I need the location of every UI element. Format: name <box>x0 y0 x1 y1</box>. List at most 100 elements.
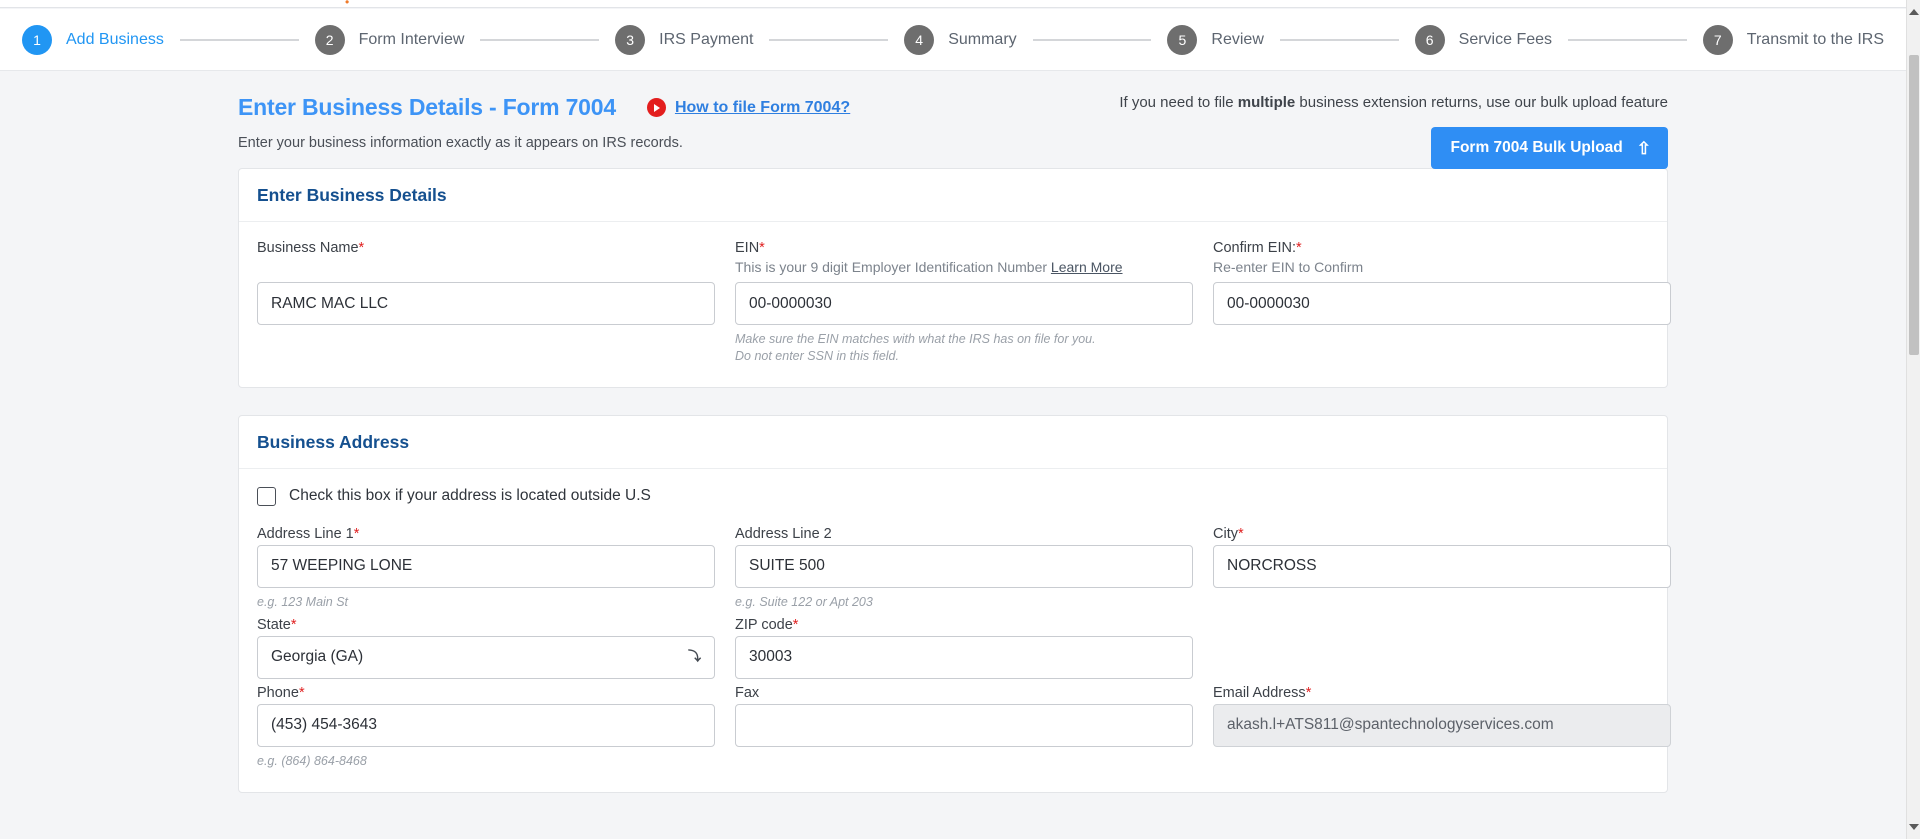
ein-hint: Make sure the EIN matches with what the … <box>735 331 1193 365</box>
address-row-2: State* ⤵ ZIP code* <box>257 617 1649 679</box>
business-address-card: Business Address Check this box if your … <box>238 414 1671 793</box>
bulk-upload-area: If you need to file multiple business ex… <box>1119 94 1668 169</box>
state-select[interactable] <box>257 635 715 679</box>
ein-label: EIN* <box>735 240 1193 256</box>
business-details-card-title: Enter Business Details <box>239 169 1667 222</box>
stepper-badge: 2 <box>314 24 345 55</box>
address-line-2-input[interactable] <box>735 544 1193 588</box>
stepper-badge: 5 <box>1167 24 1198 55</box>
email-input <box>1213 703 1671 747</box>
stepper-label: Transmit to the IRS <box>1746 30 1885 48</box>
bulk-upload-button-label: Form 7004 Bulk Upload <box>1450 139 1623 156</box>
ein-help-text: This is your 9 digit Employer Identifica… <box>735 259 1193 275</box>
outside-us-checkbox[interactable] <box>257 486 276 506</box>
page-header: Enter Business Details - Form 7004 How t… <box>238 72 1668 169</box>
orange-marker-icon: • <box>345 0 350 9</box>
scroll-down-arrow-icon[interactable] <box>1908 824 1919 830</box>
scrollbar-thumb[interactable] <box>1909 55 1919 355</box>
progress-stepper: 1 Add Business 2 Form Interview 3 IRS Payment… <box>0 9 1906 71</box>
stepper-connector <box>179 38 299 41</box>
business-address-card-body: Check this box if your address is locate… <box>239 469 1671 792</box>
phone-label: Phone* <box>257 685 715 701</box>
outside-us-checkbox-label: Check this box if your address is locate… <box>289 487 651 505</box>
bulk-upload-note: If you need to file multiple business ex… <box>1119 94 1668 111</box>
zip-label: ZIP code* <box>735 617 1193 633</box>
top-strip: • <box>0 0 1906 8</box>
confirm-ein-label: Confirm EIN:* <box>1213 240 1671 256</box>
stepper-connector <box>1279 38 1399 41</box>
zip-input[interactable] <box>735 635 1193 679</box>
scroll-up-arrow-icon[interactable] <box>1908 9 1919 15</box>
fax-group: Fax <box>735 685 1193 770</box>
required-asterisk: * <box>358 240 365 256</box>
address-line-2-label: Address Line 2 <box>735 525 832 542</box>
bulk-note-emphasis: multiple <box>1237 94 1296 111</box>
how-to-file-link-label: How to file Form 7004? <box>674 98 851 116</box>
ein-hint-line-1: Make sure the EIN matches with what the … <box>735 332 1096 346</box>
address-line-2-group: Address Line 2 e.g. Suite 122 or Apt 203 <box>735 526 1193 611</box>
stepper-connector <box>1568 38 1687 41</box>
ein-learn-more-link[interactable]: Learn More <box>1051 259 1123 275</box>
ein-field-group: EIN* This is your 9 digit Employer Ident… <box>735 240 1193 365</box>
address-row-1: Address Line 1* e.g. 123 Main St Address… <box>257 525 1671 611</box>
confirm-ein-label-text: Confirm EIN: <box>1213 240 1296 256</box>
business-address-card-title: Business Address <box>239 416 1667 469</box>
address-line-1-label: Address Line 1* <box>257 526 715 542</box>
stepper-item-service-fees[interactable]: 6 Service Fees <box>1414 24 1553 55</box>
phone-group: Phone* e.g. (864) 864-8468 <box>257 685 715 770</box>
stepper-badge: 4 <box>904 24 935 55</box>
outside-us-checkbox-row[interactable]: Check this box if your address is locate… <box>257 486 1649 506</box>
page-title: Enter Business Details - Form 7004 <box>238 94 616 120</box>
phone-label-text: Phone <box>257 684 299 701</box>
business-name-label-text: Business Name <box>257 240 359 256</box>
city-input[interactable] <box>1213 544 1671 588</box>
required-asterisk: * <box>1296 240 1302 256</box>
address-line-1-label-text: Address Line 1 <box>257 525 354 542</box>
stepper-label: Review <box>1211 30 1264 48</box>
business-name-label: Business Name* <box>257 240 715 256</box>
state-label-text: State <box>257 616 291 633</box>
stepper-label: Service Fees <box>1458 30 1553 48</box>
address-line-1-input[interactable] <box>257 544 715 588</box>
ein-label-text: EIN <box>735 240 760 256</box>
zip-label-text: ZIP code <box>735 616 793 633</box>
stepper-item-irs-payment[interactable]: 3 IRS Payment <box>615 24 753 55</box>
contact-row: Phone* e.g. (864) 864-8468 Fax Email Add… <box>257 684 1671 770</box>
required-asterisk: * <box>1237 525 1244 542</box>
bulk-note-suffix: business extension returns, use our bulk… <box>1295 94 1668 111</box>
phone-hint: e.g. (864) 864-8468 <box>257 753 367 768</box>
business-details-row: Business Name* EIN* This is your 9 digit… <box>257 240 1671 365</box>
state-label: State* <box>257 617 715 633</box>
phone-input[interactable] <box>257 703 715 747</box>
page-content: Enter Business Details - Form 7004 How t… <box>0 72 1906 839</box>
email-label-text: Email Address <box>1213 684 1306 701</box>
youtube-play-icon <box>646 98 666 117</box>
stepper-item-add-business[interactable]: 1 Add Business <box>22 24 164 55</box>
business-name-input[interactable] <box>257 282 715 325</box>
address-line-1-group: Address Line 1* e.g. 123 Main St <box>257 526 715 611</box>
address-line-1-hint: e.g. 123 Main St <box>257 594 349 609</box>
bulk-note-prefix: If you need to file <box>1119 94 1238 111</box>
address-row-2-spacer <box>1213 617 1671 679</box>
business-name-field-group: Business Name* <box>257 240 715 365</box>
required-asterisk: * <box>759 240 765 256</box>
address-line-2-hint: e.g. Suite 122 or Apt 203 <box>735 594 873 609</box>
state-select-wrapper: ⤵ <box>257 635 715 679</box>
stepper-item-transmit-to-the-irs[interactable]: 7 Transmit to the IRS <box>1702 24 1885 55</box>
stepper-item-review[interactable]: 5 Review <box>1167 24 1264 55</box>
stepper-label: Form Interview <box>358 30 465 48</box>
confirm-ein-help-text: Re-enter EIN to Confirm <box>1213 259 1364 275</box>
vertical-scrollbar[interactable] <box>1906 0 1920 839</box>
city-label-text: City <box>1213 525 1238 542</box>
stepper-item-form-interview[interactable]: 2 Form Interview <box>314 24 465 55</box>
fax-input[interactable] <box>735 703 1193 747</box>
confirm-ein-input[interactable] <box>1213 282 1671 325</box>
form-7004-bulk-upload-button[interactable]: Form 7004 Bulk Upload ⇧ <box>1431 127 1668 169</box>
stepper-badge: 3 <box>615 24 646 55</box>
stepper-item-summary[interactable]: 4 Summary <box>904 24 1017 55</box>
ein-help-label: This is your 9 digit Employer Identifica… <box>735 259 1051 275</box>
required-asterisk: * <box>298 684 305 701</box>
stepper-connector <box>769 38 889 41</box>
how-to-file-video-link[interactable]: How to file Form 7004? <box>646 98 851 117</box>
ein-input[interactable] <box>735 282 1193 325</box>
